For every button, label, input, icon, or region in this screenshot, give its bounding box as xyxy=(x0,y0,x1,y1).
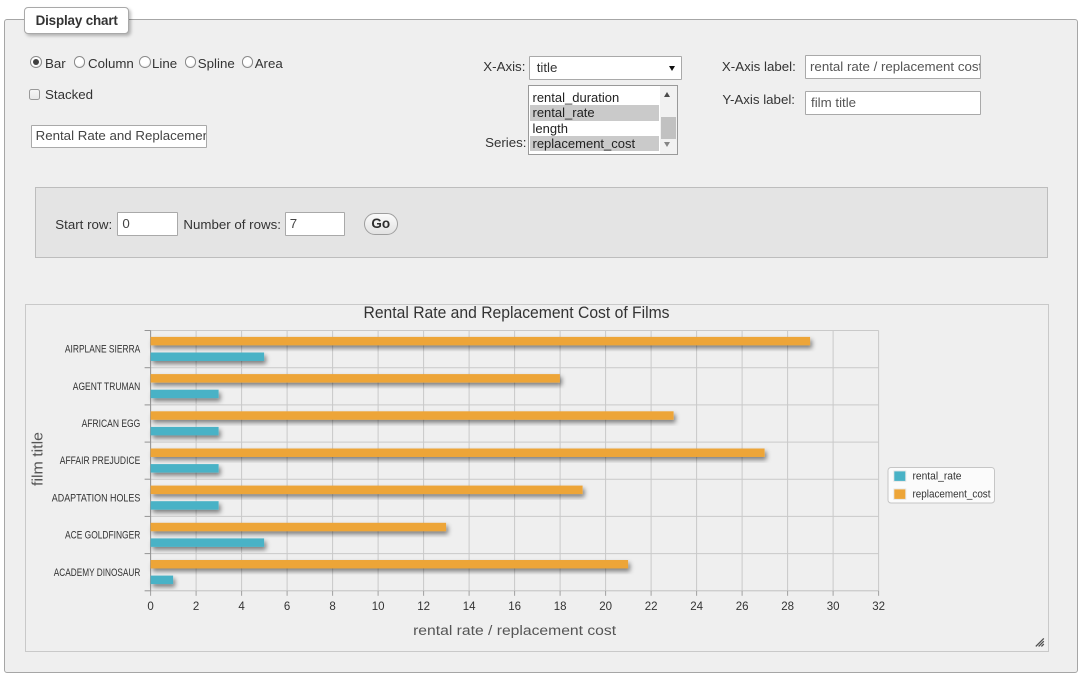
svg-text:24: 24 xyxy=(690,601,703,613)
svg-text:16: 16 xyxy=(508,601,521,613)
svg-text:rental rate / replacement cost: rental rate / replacement cost xyxy=(413,622,616,637)
svg-text:26: 26 xyxy=(736,601,749,613)
svg-text:6: 6 xyxy=(284,601,290,613)
svg-text:20: 20 xyxy=(599,601,612,613)
svg-text:0: 0 xyxy=(147,601,153,613)
svg-text:AFFAIR PREJUDICE: AFFAIR PREJUDICE xyxy=(60,455,141,467)
svg-text:AGENT TRUMAN: AGENT TRUMAN xyxy=(73,380,141,392)
svg-text:AIRPLANE SIERRA: AIRPLANE SIERRA xyxy=(65,343,141,355)
svg-text:30: 30 xyxy=(827,601,840,613)
svg-text:ADAPTATION HOLES: ADAPTATION HOLES xyxy=(52,492,141,504)
svg-text:8: 8 xyxy=(329,601,335,613)
svg-text:10: 10 xyxy=(372,601,385,613)
svg-text:rental_rate: rental_rate xyxy=(913,470,962,482)
svg-text:replacement_cost: replacement_cost xyxy=(913,488,991,500)
svg-text:22: 22 xyxy=(645,601,658,613)
svg-text:film title: film title xyxy=(30,432,47,486)
svg-text:14: 14 xyxy=(463,601,476,613)
svg-text:ACE GOLDFINGER: ACE GOLDFINGER xyxy=(65,529,141,541)
svg-text:28: 28 xyxy=(781,601,794,613)
svg-text:32: 32 xyxy=(872,601,885,613)
svg-text:2: 2 xyxy=(193,601,199,613)
svg-text:ACADEMY DINOSAUR: ACADEMY DINOSAUR xyxy=(54,566,141,578)
svg-text:18: 18 xyxy=(554,601,567,613)
svg-text:AFRICAN EGG: AFRICAN EGG xyxy=(82,418,141,430)
svg-text:Rental Rate and Replacement Co: Rental Rate and Replacement Cost of Film… xyxy=(364,305,670,322)
svg-text:4: 4 xyxy=(238,601,245,613)
svg-text:12: 12 xyxy=(417,601,430,613)
